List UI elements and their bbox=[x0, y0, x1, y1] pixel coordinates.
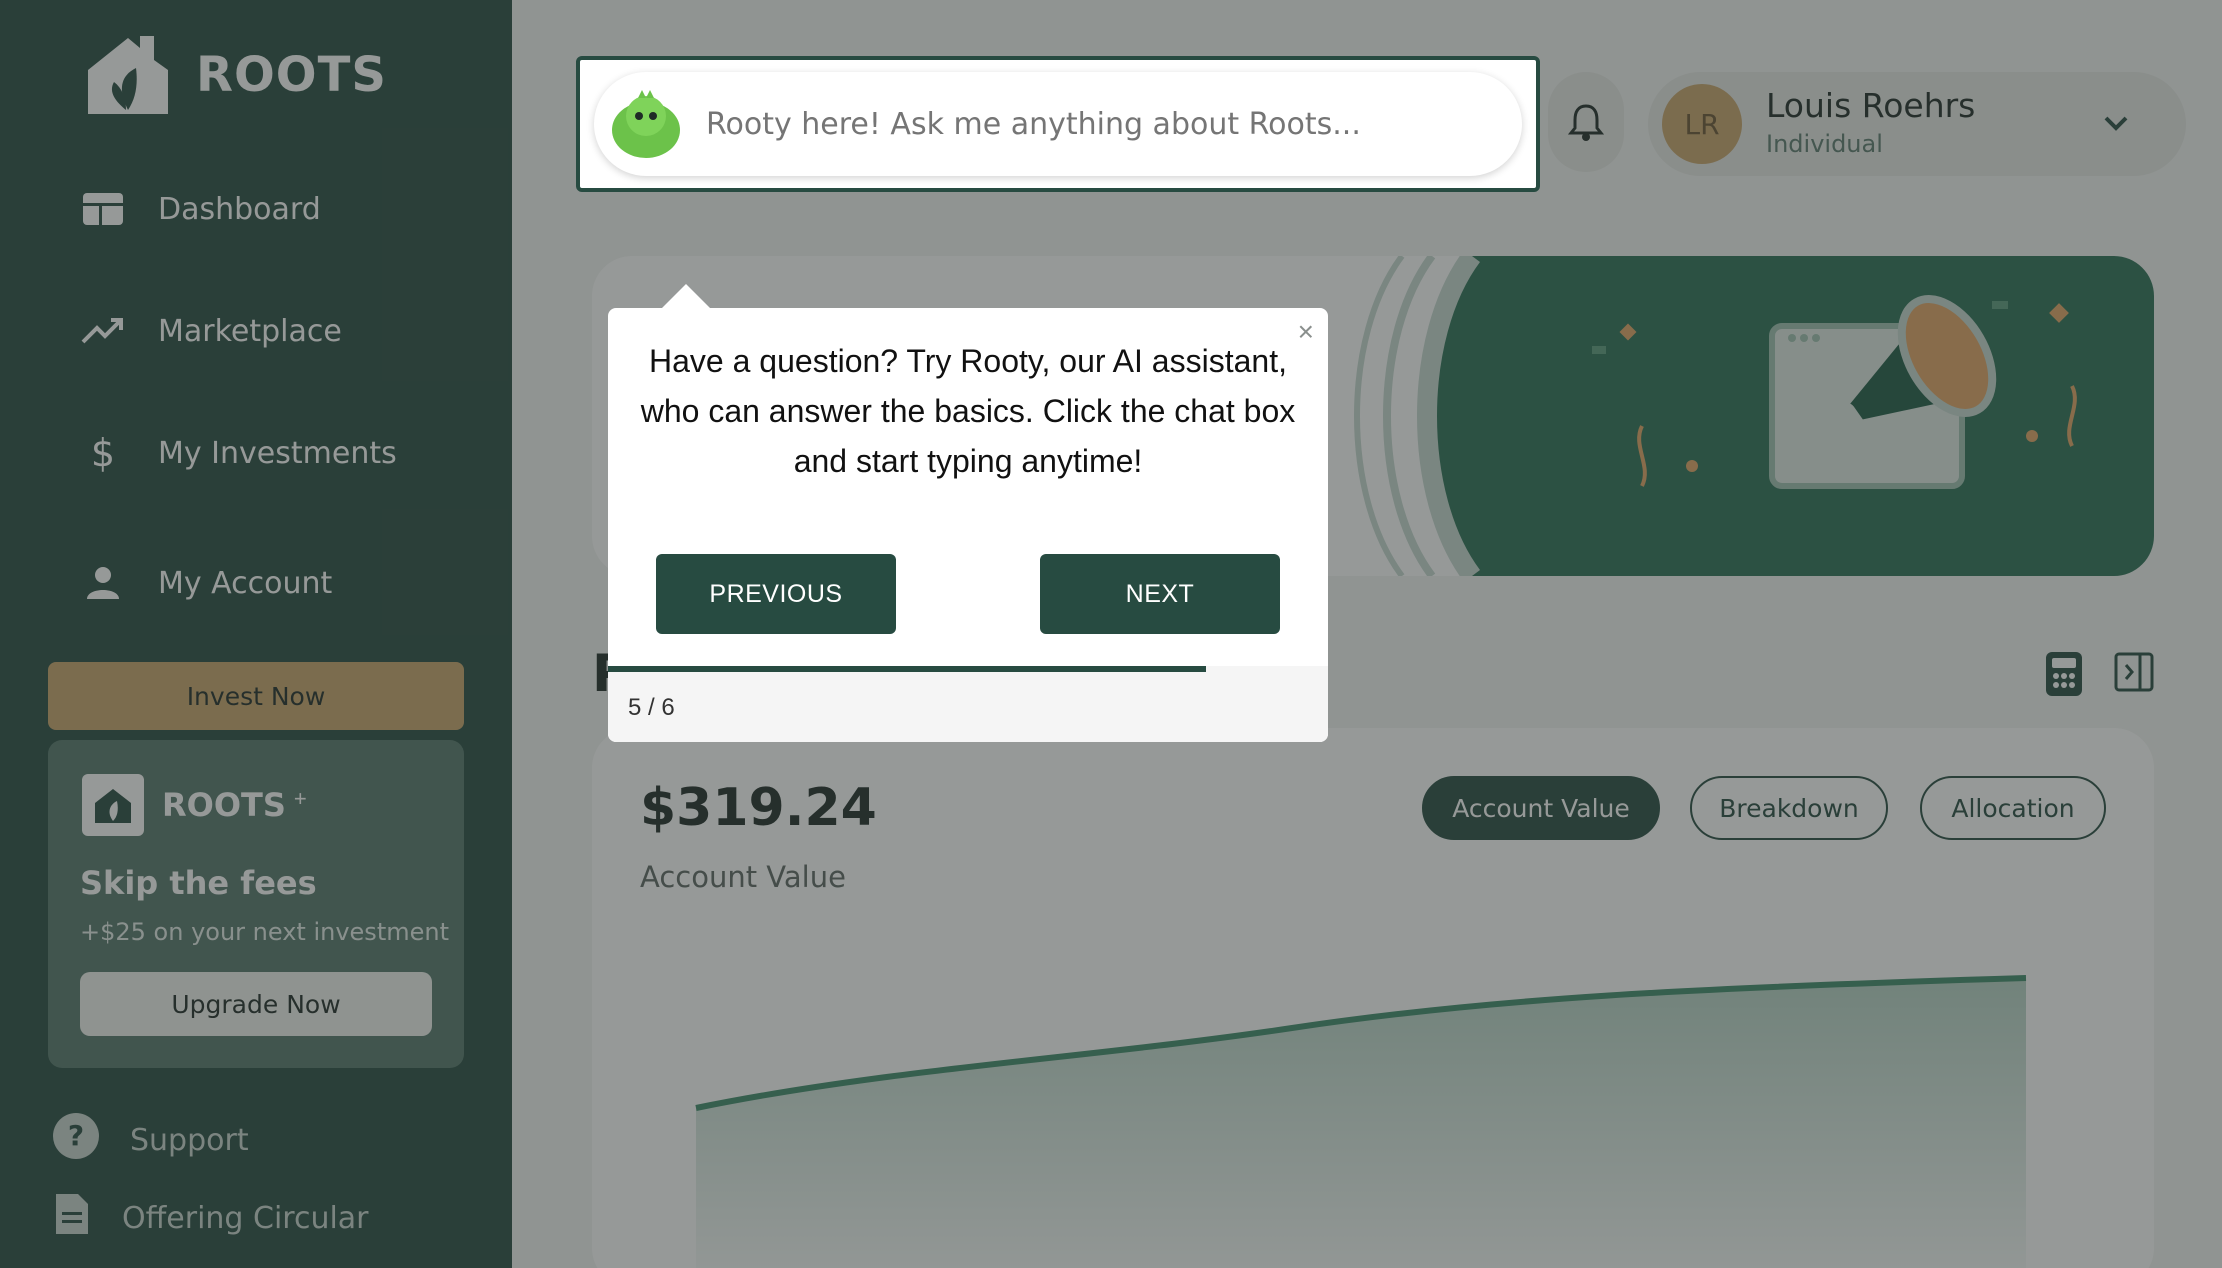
sidebar-dim-overlay bbox=[0, 0, 512, 1268]
tour-message: Have a question? Try Rooty, our AI assis… bbox=[640, 343, 1296, 479]
chat-input[interactable] bbox=[706, 106, 1466, 142]
popover-arrow bbox=[660, 284, 712, 310]
next-button[interactable]: NEXT bbox=[1040, 554, 1280, 634]
close-icon[interactable]: × bbox=[1298, 316, 1314, 348]
rooty-avatar-icon bbox=[612, 90, 680, 158]
chat-highlight-frame bbox=[576, 56, 1540, 192]
chat-box[interactable] bbox=[594, 72, 1522, 176]
tour-progress-bar bbox=[608, 666, 1206, 672]
tour-step-counter: 5 / 6 bbox=[628, 694, 675, 721]
previous-button[interactable]: PREVIOUS bbox=[656, 554, 896, 634]
tour-footer bbox=[608, 666, 1328, 742]
tour-popover: × Have a question? Try Rooty, our AI ass… bbox=[608, 284, 1328, 742]
